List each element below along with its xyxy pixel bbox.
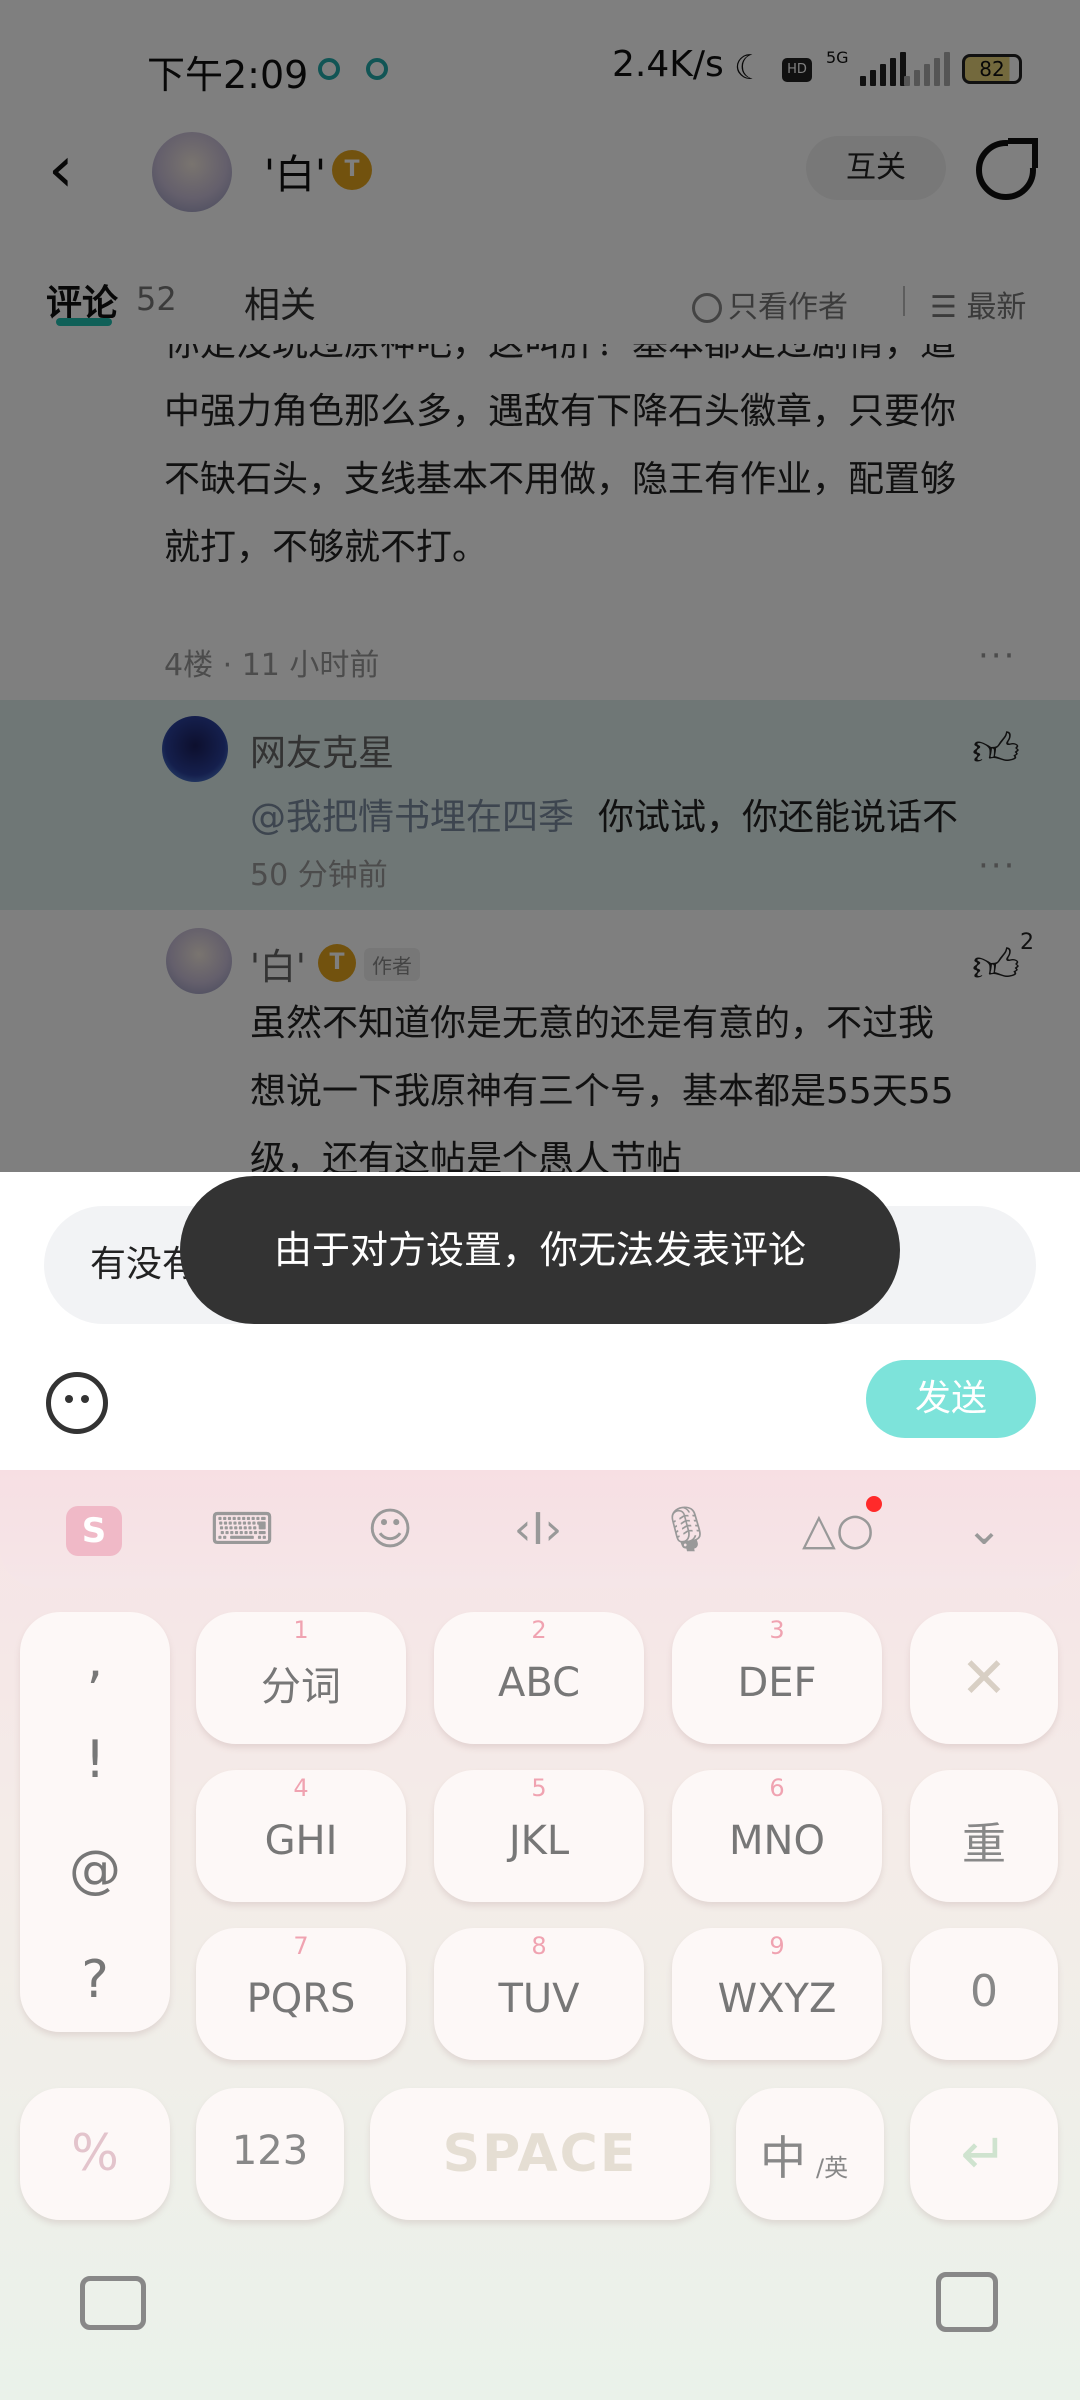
key-number: 8 bbox=[531, 1932, 547, 1960]
key-label: MNO bbox=[729, 1818, 825, 1864]
num-mode-key[interactable]: 123 bbox=[196, 2088, 344, 2220]
punct-key[interactable]: ? bbox=[20, 1950, 170, 2010]
key-label: 0 bbox=[970, 1966, 998, 2017]
key-label: PQRS bbox=[246, 1976, 356, 2022]
dim-overlay[interactable] bbox=[0, 0, 1080, 1172]
sogou-logo-icon[interactable]: S bbox=[66, 1506, 122, 1556]
keyboard-toolbar: S ⌨ ☺ ‹I› 🎙︎ △○ ⌄ bbox=[0, 1470, 1080, 1588]
collapse-chevron-down-icon[interactable]: ⌄ bbox=[952, 1498, 1016, 1562]
enter-arrow-icon: ↵ bbox=[960, 2122, 1008, 2187]
key-2[interactable]: 2 ABC bbox=[434, 1612, 644, 1744]
key-9[interactable]: 9 WXYZ bbox=[672, 1928, 882, 2060]
emoji-icon[interactable] bbox=[46, 1372, 108, 1434]
key-label: JKL bbox=[508, 1818, 570, 1864]
clipboard-icon[interactable] bbox=[936, 2272, 998, 2332]
keyboard-layout-icon[interactable]: ⌨ bbox=[210, 1498, 274, 1562]
key-4[interactable]: 4 GHI bbox=[196, 1770, 406, 1902]
punct-key[interactable]: @ bbox=[20, 1840, 170, 1900]
microphone-icon[interactable]: 🎙︎ bbox=[654, 1498, 718, 1562]
ime-keyboard: S ⌨ ☺ ‹I› 🎙︎ △○ ⌄ , ! @ ? 1 分词 2 ABC 3 DEF … bbox=[0, 1470, 1080, 2400]
space-key[interactable]: SPACE bbox=[370, 2088, 710, 2220]
delete-key[interactable]: ✕ bbox=[910, 1612, 1058, 1744]
key-label: 中 bbox=[760, 2131, 806, 2185]
app-content: 下午2:09 2.4K/s ☾ HD 5G 82 ‹ '白' T 互关 评论 5… bbox=[0, 0, 1080, 1172]
punct-key[interactable]: ! bbox=[20, 1730, 170, 1790]
key-number: 1 bbox=[293, 1616, 309, 1644]
language-switch-key[interactable]: 中/英 bbox=[736, 2088, 884, 2220]
delete-x-icon: ✕ bbox=[960, 1646, 1008, 1711]
zero-key[interactable]: 0 bbox=[910, 1928, 1058, 2060]
key-1[interactable]: 1 分词 bbox=[196, 1612, 406, 1744]
key-number: 5 bbox=[531, 1774, 547, 1802]
key-6[interactable]: 6 MNO bbox=[672, 1770, 882, 1902]
key-label: DEF bbox=[737, 1660, 817, 1706]
key-label: ABC bbox=[497, 1660, 581, 1706]
punct-key[interactable]: , bbox=[20, 1630, 170, 1690]
smiley-icon[interactable]: ☺ bbox=[358, 1498, 422, 1562]
key-number: 3 bbox=[769, 1616, 785, 1644]
enter-key[interactable]: ↵ bbox=[910, 2088, 1058, 2220]
key-number: 6 bbox=[769, 1774, 785, 1802]
percent-symbol-icon: % bbox=[71, 2124, 119, 2182]
send-button[interactable]: 发送 bbox=[866, 1360, 1036, 1438]
reset-key[interactable]: 重 bbox=[910, 1770, 1058, 1902]
key-label: WXYZ bbox=[717, 1976, 837, 2022]
key-7[interactable]: 7 PQRS bbox=[196, 1928, 406, 2060]
key-8[interactable]: 8 TUV bbox=[434, 1928, 644, 2060]
notification-dot bbox=[866, 1496, 882, 1512]
key-sublabel: /英 bbox=[816, 2154, 849, 2182]
key-label: 分词 bbox=[261, 1664, 341, 1710]
key-number: 9 bbox=[769, 1932, 785, 1960]
key-5[interactable]: 5 JKL bbox=[434, 1770, 644, 1902]
key-number: 4 bbox=[293, 1774, 309, 1802]
key-label: 重 bbox=[962, 1819, 1006, 1870]
key-number: 7 bbox=[293, 1932, 309, 1960]
toolbox-icon[interactable]: △○ bbox=[802, 1498, 874, 1562]
key-3[interactable]: 3 DEF bbox=[672, 1612, 882, 1744]
symbol-key[interactable]: % bbox=[20, 2088, 170, 2220]
key-label: SPACE bbox=[442, 2124, 638, 2184]
key-label: GHI bbox=[264, 1818, 338, 1864]
key-label: TUV bbox=[498, 1976, 580, 2022]
toast-message: 由于对方设置，你无法发表评论 bbox=[180, 1176, 900, 1324]
keyboard-switch-icon[interactable] bbox=[80, 2276, 146, 2330]
key-number: 2 bbox=[531, 1616, 547, 1644]
punctuation-column[interactable]: , ! @ ? bbox=[20, 1612, 170, 2032]
cursor-move-icon[interactable]: ‹I› bbox=[506, 1498, 570, 1562]
key-label: 123 bbox=[231, 2128, 309, 2174]
